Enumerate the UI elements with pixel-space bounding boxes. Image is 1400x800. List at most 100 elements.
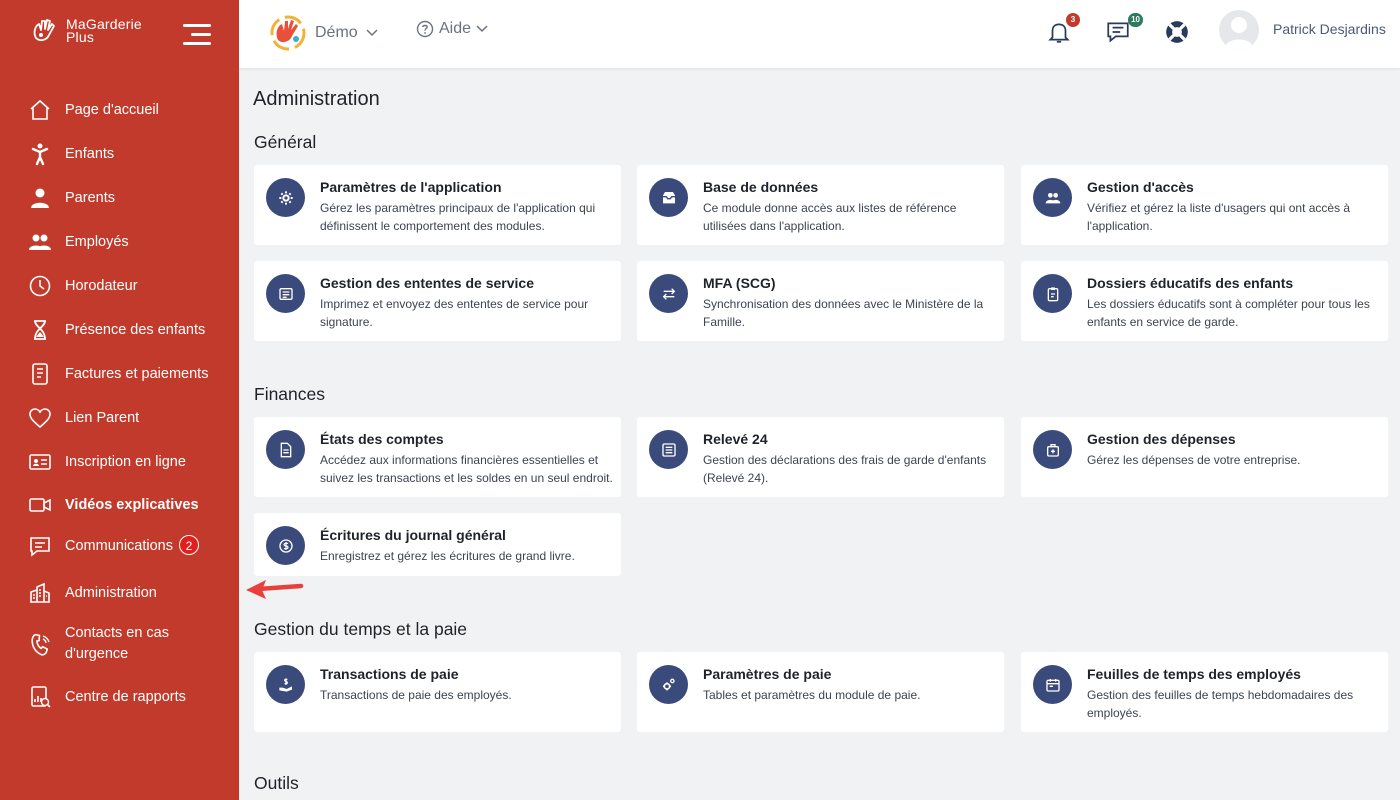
user-name[interactable]: Patrick Desjardins — [1273, 21, 1386, 37]
sidebar-item-attendance[interactable]: Présence des enfants — [0, 318, 239, 342]
sync-arrows-icon — [649, 274, 688, 313]
card-title: Paramètres de l'application — [320, 179, 502, 195]
card-description: Enregistrez et gérez les écritures de gr… — [320, 549, 575, 563]
sidebar-item-label: Parents — [65, 189, 115, 206]
card-title: MFA (SCG) — [703, 275, 776, 291]
sidebar-item-communications[interactable]: Communications 2 — [0, 534, 239, 558]
id-card-icon — [28, 450, 52, 474]
users-icon — [1033, 178, 1072, 217]
help-menu[interactable]: Aide — [416, 20, 488, 38]
card-title: États des comptes — [320, 431, 444, 447]
sidebar-item-employees[interactable]: Employés — [0, 230, 239, 254]
card-description: Gestion des feuilles de temps hebdomadai… — [1087, 688, 1354, 720]
page-title: Administration — [253, 88, 380, 110]
org-selector[interactable]: Démo — [269, 14, 378, 52]
section-title-tools: Outils — [254, 773, 299, 793]
logo-text: MaGarderie Plus — [66, 17, 142, 45]
sidebar-item-invoices[interactable]: Factures et paiements — [0, 362, 239, 386]
card-description: Transactions de paie des employés. — [320, 688, 512, 702]
menu-toggle-icon[interactable] — [183, 24, 211, 46]
dollar-circle-icon — [266, 526, 305, 565]
sidebar-item-label: Page d'accueil — [65, 101, 159, 118]
bag-plus-icon — [1033, 430, 1072, 469]
sidebar-item-label: Employés — [65, 233, 129, 250]
sidebar-item-online-registration[interactable]: Inscription en ligne — [0, 450, 239, 474]
sidebar-item-parent-link[interactable]: Lien Parent — [0, 406, 239, 430]
sidebar-item-label: Lien Parent — [65, 409, 140, 426]
message-icon — [1107, 22, 1129, 43]
hourglass-icon — [28, 318, 52, 342]
pointer-arrow-icon — [246, 580, 304, 599]
card-title: Écritures du journal général — [320, 527, 506, 543]
sidebar-item-label: Enfants — [65, 145, 115, 162]
card-releve-24[interactable]: Relevé 24 Gestion des déclarations des f… — [637, 417, 1004, 497]
sidebar-item-label: Communications — [65, 538, 173, 554]
support-button[interactable] — [1164, 19, 1190, 45]
card-service-agreements[interactable]: Gestion des ententes de service Imprimez… — [254, 261, 621, 341]
video-camera-icon — [28, 493, 52, 517]
hand-dollar-icon — [266, 665, 305, 704]
messages-button[interactable]: 10 — [1105, 13, 1143, 45]
card-title: Gestion d'accès — [1087, 179, 1194, 195]
card-title: Gestion des ententes de service — [320, 275, 534, 291]
sidebar-item-videos[interactable]: Vidéos explicatives — [0, 493, 239, 517]
sidebar-item-home[interactable]: Page d'accueil — [0, 98, 239, 122]
sidebar-item-label: Horodateur — [65, 277, 138, 294]
section-title-general: Général — [254, 132, 317, 152]
parent-icon — [28, 186, 52, 210]
card-timesheets[interactable]: Feuilles de temps des employés Gestion d… — [1021, 652, 1388, 732]
lifebuoy-icon — [1166, 21, 1188, 43]
gears-icon — [649, 665, 688, 704]
notifications-button[interactable]: 3 — [1046, 13, 1080, 45]
sidebar-item-children[interactable]: Enfants — [0, 142, 239, 166]
card-description: Ce module donne accès aux listes de réfé… — [703, 201, 957, 233]
invoice-icon — [28, 362, 52, 386]
logo-line-2: Plus — [66, 29, 95, 45]
card-payroll-transactions[interactable]: Transactions de paie Transactions de pai… — [254, 652, 621, 732]
card-title: Dossiers éducatifs des enfants — [1087, 275, 1294, 291]
sidebar-item-administration[interactable]: Administration — [0, 581, 239, 605]
building-icon — [28, 581, 52, 605]
sidebar-item-emergency-contacts[interactable]: Contacts en cas d'urgence — [0, 623, 239, 667]
clock-icon — [28, 274, 52, 298]
logo-hand-icon — [33, 19, 55, 42]
help-label: Aide — [439, 20, 472, 37]
card-database[interactable]: Base de données Ce module donne accès au… — [637, 165, 1004, 245]
card-expenses[interactable]: Gestion des dépenses Gérez les dépenses … — [1021, 417, 1388, 497]
card-description: Imprimez et envoyez des ententes de serv… — [320, 297, 589, 329]
card-description: Tables et paramètres du module de paie. — [703, 688, 921, 702]
phone-ringing-icon — [28, 633, 52, 657]
sidebar-item-timeclock[interactable]: Horodateur — [0, 274, 239, 298]
card-description: Vérifiez et gérez la liste d'usagers qui… — [1087, 201, 1351, 233]
sidebar-item-label: Administration — [65, 584, 157, 601]
sidebar-item-label: Inscription en ligne — [65, 453, 186, 470]
card-description: Les dossiers éducatifs sont à compléter … — [1087, 297, 1370, 329]
card-title: Transactions de paie — [320, 666, 459, 682]
sidebar-item-label: Contacts en cas d'urgence — [65, 625, 169, 662]
card-description: Gérez les paramètres principaux de l'app… — [320, 201, 596, 233]
clipboard-icon — [1033, 274, 1072, 313]
employees-icon — [28, 230, 52, 254]
sidebar-item-label: Centre de rapports — [65, 688, 186, 705]
card-title: Paramètres de paie — [703, 666, 832, 682]
card-general-journal[interactable]: Écritures du journal général Enregistrez… — [254, 513, 621, 576]
card-mfa-scg[interactable]: MFA (SCG) Synchronisation des données av… — [637, 261, 1004, 341]
form-icon — [649, 430, 688, 469]
app-logo[interactable]: MaGarderie Plus — [30, 16, 142, 46]
user-avatar-icon — [1224, 17, 1254, 50]
sidebar-item-parents[interactable]: Parents — [0, 186, 239, 210]
top-bar: Démo Aide 3 10 Patrick Desjardins — [239, 0, 1400, 68]
help-circle-icon — [416, 20, 434, 38]
org-label: Démo — [315, 24, 358, 41]
card-app-settings[interactable]: Paramètres de l'application Gérez les pa… — [254, 165, 621, 245]
section-title-payroll: Gestion du temps et la paie — [254, 619, 468, 639]
avatar[interactable] — [1219, 10, 1259, 50]
card-account-statements[interactable]: États des comptes Accédez aux informatio… — [254, 417, 621, 497]
card-access-management[interactable]: Gestion d'accès Vérifiez et gérez la lis… — [1021, 165, 1388, 245]
inbox-icon — [649, 178, 688, 217]
card-educational-records[interactable]: Dossiers éducatifs des enfants Les dossi… — [1021, 261, 1388, 341]
home-icon — [28, 98, 52, 122]
calendar-icon — [1033, 665, 1072, 704]
card-payroll-settings[interactable]: Paramètres de paie Tables et paramètres … — [637, 652, 1004, 732]
sidebar-item-reports[interactable]: Centre de rapports — [0, 685, 239, 709]
